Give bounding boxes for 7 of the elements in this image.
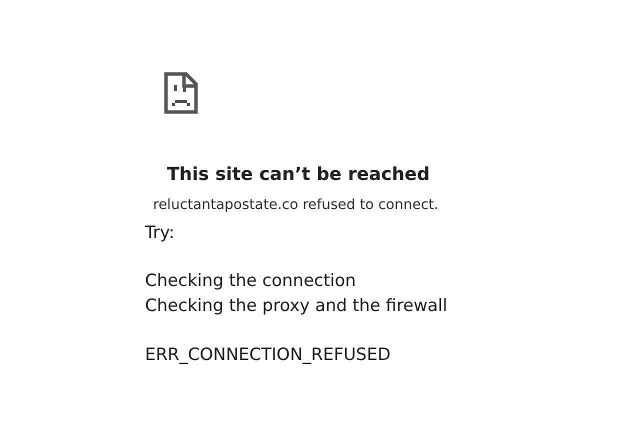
error-code: ERR_CONNECTION_REFUSED xyxy=(145,345,391,365)
suggestion-text: Checking the connection xyxy=(145,270,357,293)
error-title: This site can’t be reached xyxy=(167,164,430,185)
suggestion-text: Checking the proxy and the firewall xyxy=(145,295,448,318)
try-label: Try: xyxy=(145,223,174,243)
error-message: reluctantapostate.co refused to connect. xyxy=(153,197,438,213)
sad-page-icon xyxy=(164,72,198,114)
